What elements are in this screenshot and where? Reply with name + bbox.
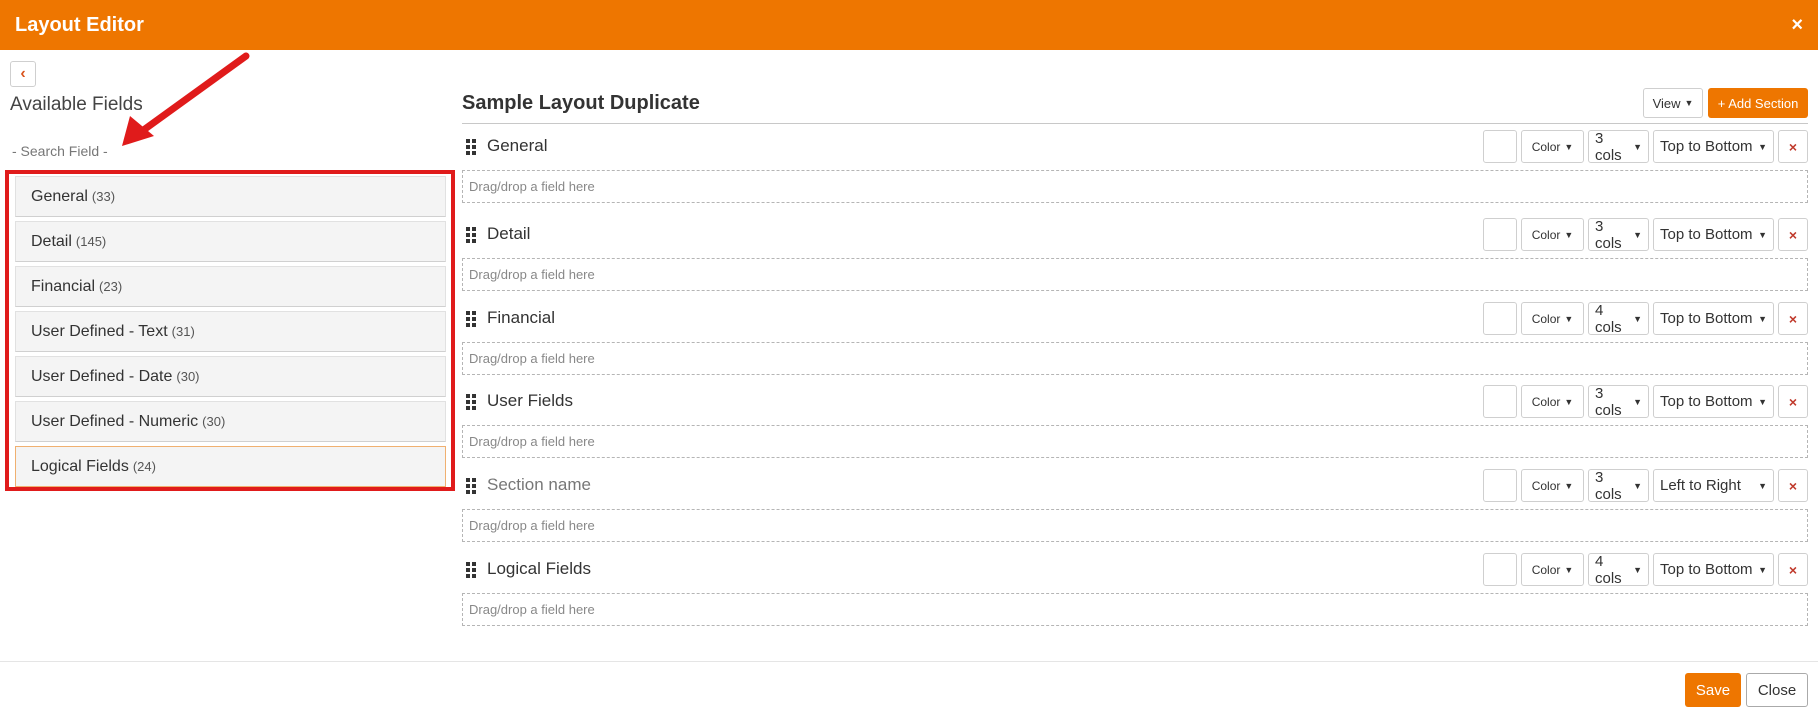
columns-dropdown[interactable]: 3 cols ▼ (1588, 218, 1649, 252)
caret-down-icon: ▼ (1758, 564, 1767, 575)
delete-section-button[interactable]: × (1778, 218, 1808, 251)
caret-down-icon: ▼ (1633, 396, 1642, 407)
direction-select[interactable]: Top to Bottom ▼ (1653, 553, 1774, 586)
direction-select[interactable]: Top to Bottom ▼ (1653, 302, 1774, 335)
field-category-user-defined-text[interactable]: User Defined - Text (31) (15, 311, 446, 352)
delete-section-button[interactable]: × (1778, 469, 1808, 502)
section-name-placeholder[interactable]: Section name (487, 475, 591, 495)
color-swatch[interactable] (1483, 385, 1517, 418)
layout-section: User Fields Color ▼ 3 cols ▼ Top to Bottom… (462, 385, 1808, 458)
color-swatch[interactable] (1483, 130, 1517, 163)
color-dropdown[interactable]: Color ▼ (1521, 469, 1584, 502)
caret-down-icon: ▼ (1758, 313, 1767, 324)
layout-section: Section name Color ▼ 3 cols ▼ Left to Righ… (462, 469, 1808, 542)
columns-dropdown[interactable]: 3 cols ▼ (1588, 469, 1649, 503)
caret-down-icon: ▼ (1564, 229, 1574, 240)
section-name[interactable]: General (487, 136, 547, 156)
color-swatch[interactable] (1483, 218, 1517, 251)
delete-section-button[interactable]: × (1778, 302, 1808, 335)
add-section-button[interactable]: + Add Section (1708, 88, 1808, 118)
layout-title: Sample Layout Duplicate (462, 92, 700, 114)
direction-select[interactable]: Top to Bottom ▼ (1653, 218, 1774, 251)
drag-handle-icon[interactable] (466, 562, 476, 578)
field-drop-zone[interactable]: Drag/drop a field here (462, 170, 1808, 203)
color-dropdown[interactable]: Color ▼ (1521, 385, 1584, 418)
field-drop-zone[interactable]: Drag/drop a field here (462, 425, 1808, 458)
drag-handle-icon[interactable] (466, 227, 476, 243)
caret-down-icon: ▼ (1564, 313, 1574, 324)
field-category-general[interactable]: General (33) (15, 176, 446, 217)
color-swatch[interactable] (1483, 302, 1517, 335)
field-drop-zone[interactable]: Drag/drop a field here (462, 258, 1808, 291)
title-bar: Layout Editor × (0, 0, 1818, 50)
close-button[interactable]: Close (1746, 673, 1808, 707)
columns-dropdown[interactable]: 3 cols ▼ (1588, 385, 1649, 419)
drag-handle-icon[interactable] (466, 394, 476, 410)
section-name[interactable]: Detail (487, 224, 530, 244)
columns-dropdown[interactable]: 4 cols ▼ (1588, 553, 1649, 587)
layout-section: Logical Fields Color ▼ 4 cols ▼ Top to Bot… (462, 553, 1808, 626)
view-dropdown-button[interactable]: View ▼ (1643, 88, 1703, 118)
caret-down-icon: ▼ (1758, 480, 1767, 491)
caret-down-icon: ▼ (1758, 141, 1767, 152)
layout-section: General Color ▼ 3 cols ▼ Top to Bottom ▼ × … (462, 130, 1808, 203)
delete-section-button[interactable]: × (1778, 385, 1808, 418)
color-swatch[interactable] (1483, 553, 1517, 586)
color-dropdown[interactable]: Color ▼ (1521, 302, 1584, 335)
caret-down-icon: ▼ (1633, 480, 1642, 491)
layout-section: Financial Color ▼ 4 cols ▼ Top to Bottom ▼ … (462, 302, 1808, 375)
back-button[interactable]: ‹ (10, 61, 36, 87)
caret-down-icon: ▼ (1633, 313, 1642, 324)
chevron-left-icon: ‹ (20, 65, 26, 82)
field-drop-zone[interactable]: Drag/drop a field here (462, 593, 1808, 626)
field-category-user-defined-date[interactable]: User Defined - Date (30) (15, 356, 446, 397)
layout-section: Detail Color ▼ 3 cols ▼ Top to Bottom ▼ × D… (462, 218, 1808, 291)
field-category-detail[interactable]: Detail (145) (15, 221, 446, 262)
columns-dropdown[interactable]: 3 cols ▼ (1588, 130, 1649, 164)
caret-down-icon: ▼ (1564, 564, 1574, 575)
delete-section-button[interactable]: × (1778, 130, 1808, 163)
caret-down-icon: ▼ (1564, 396, 1574, 407)
drag-handle-icon[interactable] (466, 311, 476, 327)
section-name[interactable]: User Fields (487, 391, 573, 411)
color-dropdown[interactable]: Color ▼ (1521, 218, 1584, 251)
caret-down-icon: ▼ (1633, 564, 1642, 575)
footer-divider (0, 661, 1818, 662)
section-name[interactable]: Logical Fields (487, 559, 591, 579)
caret-down-icon: ▼ (1684, 98, 1694, 108)
caret-down-icon: ▼ (1758, 229, 1767, 240)
field-drop-zone[interactable]: Drag/drop a field here (462, 342, 1808, 375)
drag-handle-icon[interactable] (466, 478, 476, 494)
section-name[interactable]: Financial (487, 308, 555, 328)
color-swatch[interactable] (1483, 469, 1517, 502)
direction-select[interactable]: Left to Right ▼ (1653, 469, 1774, 502)
drag-handle-icon[interactable] (466, 139, 476, 155)
save-button[interactable]: Save (1685, 673, 1741, 707)
caret-down-icon: ▼ (1564, 480, 1574, 491)
close-icon[interactable]: × (1791, 14, 1803, 37)
caret-down-icon: ▼ (1633, 141, 1642, 152)
field-drop-zone[interactable]: Drag/drop a field here (462, 509, 1808, 542)
window-title: Layout Editor (15, 13, 144, 36)
caret-down-icon: ▼ (1633, 229, 1642, 240)
color-dropdown[interactable]: Color ▼ (1521, 130, 1584, 163)
field-category-logical-fields[interactable]: Logical Fields (24) (15, 446, 446, 487)
columns-dropdown[interactable]: 4 cols ▼ (1588, 302, 1649, 336)
annotation-arrow-icon (122, 52, 250, 146)
caret-down-icon: ▼ (1758, 396, 1767, 407)
field-category-user-defined-numeric[interactable]: User Defined - Numeric (30) (15, 401, 446, 442)
direction-select[interactable]: Top to Bottom ▼ (1653, 130, 1774, 163)
field-category-list: General (33) Detail (145) Financial (23)… (5, 170, 455, 491)
delete-section-button[interactable]: × (1778, 553, 1808, 586)
color-dropdown[interactable]: Color ▼ (1521, 553, 1584, 586)
title-divider (462, 123, 1808, 124)
direction-select[interactable]: Top to Bottom ▼ (1653, 385, 1774, 418)
caret-down-icon: ▼ (1564, 141, 1574, 152)
field-category-financial[interactable]: Financial (23) (15, 266, 446, 307)
